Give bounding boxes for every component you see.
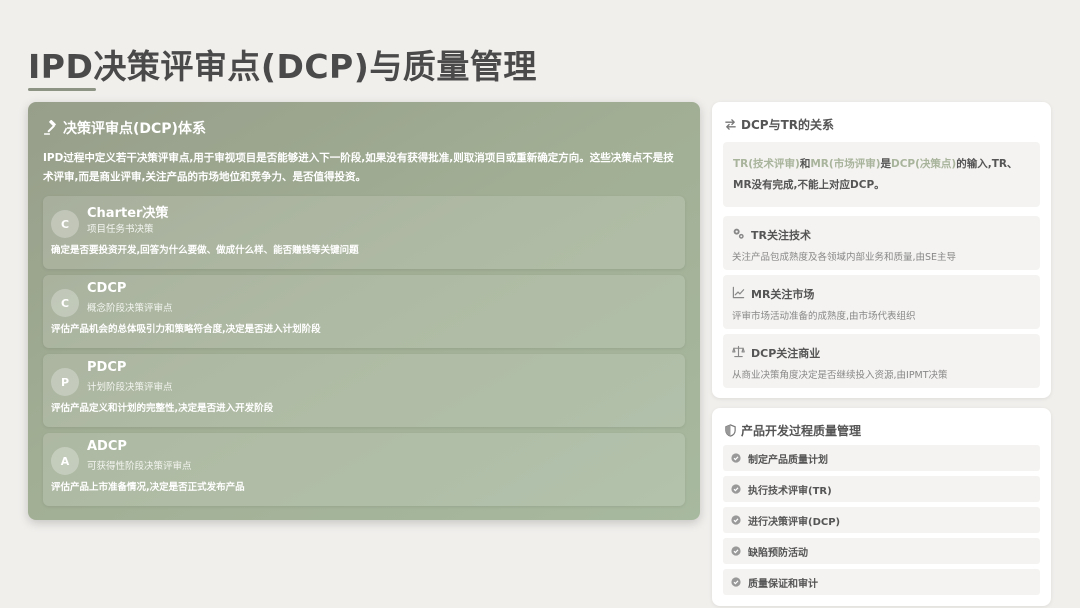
gavel-icon <box>44 120 56 135</box>
dcp-badge: A <box>51 447 79 475</box>
dcp-card-pdcp[interactable]: P PDCP 计划阶段决策评审点 评估产品定义和计划的完整性,决定是否进入开发阶… <box>43 354 685 427</box>
check-circle-icon <box>731 515 741 525</box>
dcp-card-description: 评估产品机会的总体吸引力和策略符合度,决定是否进入计划阶段 <box>51 324 321 335</box>
quality-item-label: 缺陷预防活动 <box>748 547 808 559</box>
dcp-card-name: PDCP <box>87 360 127 375</box>
quality-item-label: 制定产品质量计划 <box>748 454 828 466</box>
note-text: 和 <box>799 158 811 170</box>
tr-highlight: TR(技术评审) <box>733 158 800 170</box>
dcp-card-subtitle: 计划阶段决策评审点 <box>87 382 173 393</box>
quality-item: 执行技术评审(TR) <box>723 476 1040 502</box>
note-text: 是 <box>880 158 892 170</box>
exchange-arrows-icon <box>725 119 736 130</box>
dcp-card-description: 评估产品定义和计划的完整性,决定是否进入开发阶段 <box>51 403 274 414</box>
dcp-card-description: 评估产品上市准备情况,决定是否正式发布产品 <box>51 482 245 493</box>
check-circle-icon <box>731 546 741 556</box>
dcp-badge: C <box>51 289 79 317</box>
dcp-highlight: DCP(决策点) <box>891 158 957 170</box>
dcp-system-panel: 决策评审点(DCP)体系 IPD过程中定义若干决策评审点,用于审视项目是否能够进… <box>28 102 700 520</box>
focus-item-description: 评审市场活动准备的成熟度,由市场代表组织 <box>732 311 916 322</box>
dcp-card-subtitle: 项目任务书决策 <box>87 224 154 235</box>
quality-item: 缺陷预防活动 <box>723 538 1040 564</box>
scale-icon <box>732 345 745 358</box>
check-circle-icon <box>731 577 741 587</box>
dcp-system-header: 决策评审点(DCP)体系 <box>43 117 685 139</box>
check-circle-icon <box>731 484 741 494</box>
focus-item-title: DCP关注商业 <box>751 347 821 360</box>
dcp-card-name: CDCP <box>87 281 127 296</box>
relation-note: TR(技术评审)和MR(市场评审)是DCP(决策点)的输入,TR、MR没有完成,… <box>723 142 1040 207</box>
quality-header: 产品开发过程质量管理 <box>724 422 861 439</box>
focus-item-description: 关注产品包成熟度及各领域内部业务和质量,由SE主导 <box>732 252 957 263</box>
dcp-system-title: 决策评审点(DCP)体系 <box>63 121 206 137</box>
dcp-badge: C <box>51 210 79 238</box>
dcp-card-name: Charter决策 <box>87 206 169 221</box>
relation-header: DCP与TR的关系 <box>724 116 834 133</box>
dcp-card-name: ADCP <box>87 439 127 454</box>
quality-item: 制定产品质量计划 <box>723 445 1040 471</box>
focus-item-title: MR关注市场 <box>751 288 815 301</box>
dcp-card-subtitle: 可获得性阶段决策评审点 <box>87 461 192 472</box>
gears-icon <box>733 228 744 239</box>
title-underline <box>28 88 96 91</box>
dcp-card-description: 确定是否要投资开发,回答为什么要做、做成什么样、能否赚钱等关键问题 <box>51 245 359 256</box>
page-title: IPD决策评审点(DCP)与质量管理 <box>28 47 537 86</box>
quality-title: 产品开发过程质量管理 <box>741 424 862 438</box>
quality-management-panel: 产品开发过程质量管理 制定产品质量计划 执行技术评审(TR) 进行决策评审(DC… <box>712 408 1051 606</box>
shield-icon <box>725 424 736 437</box>
chart-line-icon <box>732 286 745 299</box>
focus-item-description: 从商业决策角度决定是否继续投入资源,由IPMT决策 <box>732 370 948 381</box>
dcp-card-subtitle: 概念阶段决策评审点 <box>87 303 173 314</box>
dcp-card-adcp[interactable]: A ADCP 可获得性阶段决策评审点 评估产品上市准备情况,决定是否正式发布产品 <box>43 433 685 506</box>
dcp-card-charter[interactable]: C Charter决策 项目任务书决策 确定是否要投资开发,回答为什么要做、做成… <box>43 196 685 269</box>
quality-item: 质量保证和审计 <box>723 569 1040 595</box>
dcp-card-cdcp[interactable]: C CDCP 概念阶段决策评审点 评估产品机会的总体吸引力和策略符合度,决定是否… <box>43 275 685 348</box>
quality-item: 进行决策评审(DCP) <box>723 507 1040 533</box>
dcp-system-description: IPD过程中定义若干决策评审点,用于审视项目是否能够进入下一阶段,如果没有获得批… <box>43 152 674 183</box>
mr-highlight: MR(市场评审) <box>810 158 881 170</box>
focus-item-mr: MR关注市场 评审市场活动准备的成熟度,由市场代表组织 <box>723 275 1040 329</box>
quality-item-label: 进行决策评审(DCP) <box>748 516 841 528</box>
dcp-tr-relation-panel: DCP与TR的关系 TR(技术评审)和MR(市场评审)是DCP(决策点)的输入,… <box>712 102 1051 398</box>
relation-title: DCP与TR的关系 <box>741 118 834 132</box>
check-circle-icon <box>731 453 741 463</box>
quality-item-label: 执行技术评审(TR) <box>748 485 832 497</box>
dcp-badge: P <box>51 368 79 396</box>
focus-item-tr: TR关注技术 关注产品包成熟度及各领域内部业务和质量,由SE主导 <box>723 216 1040 270</box>
focus-item-dcp: DCP关注商业 从商业决策角度决定是否继续投入资源,由IPMT决策 <box>723 334 1040 388</box>
focus-item-title: TR关注技术 <box>751 229 811 242</box>
quality-item-label: 质量保证和审计 <box>748 578 818 590</box>
